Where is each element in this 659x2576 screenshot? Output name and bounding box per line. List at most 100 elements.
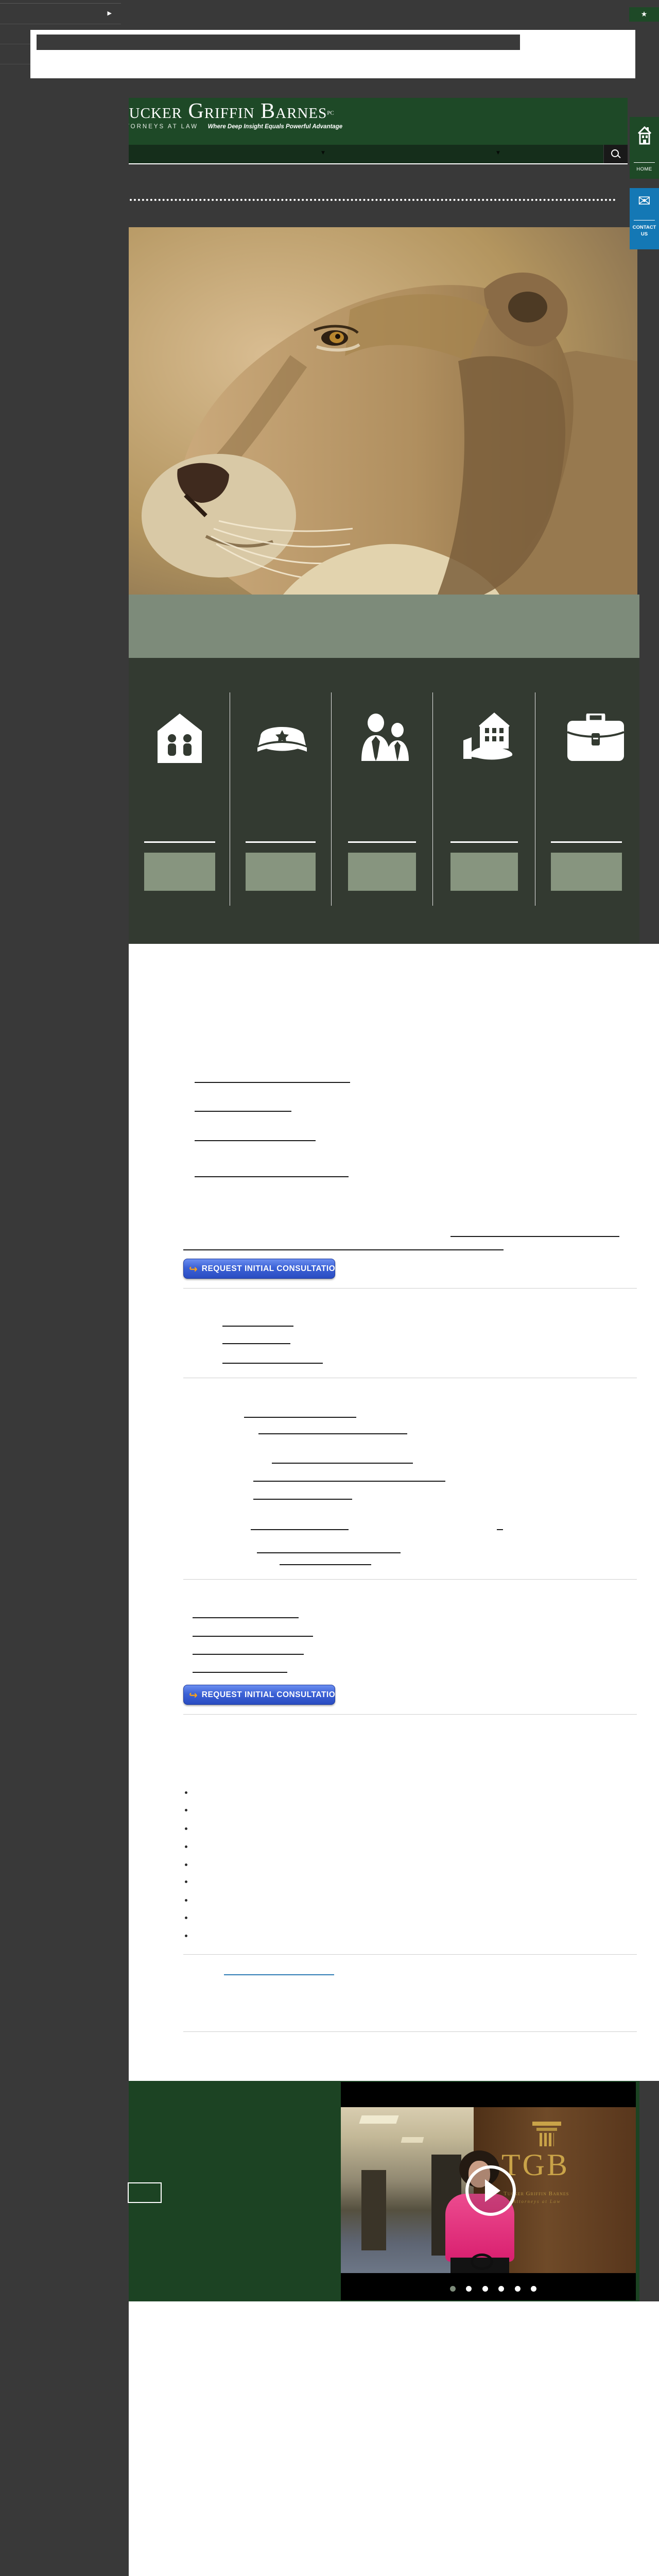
- practice-cta-button[interactable]: [246, 853, 316, 891]
- practice-cta-button[interactable]: [348, 853, 416, 891]
- text-link[interactable]: [222, 1363, 323, 1364]
- carousel-dot-active[interactable]: [450, 2286, 456, 2292]
- presenter-belt: [471, 2253, 493, 2270]
- business-law-icon: [567, 714, 624, 764]
- text-link[interactable]: [222, 1343, 290, 1344]
- drawer-item[interactable]: ▶: [0, 3, 121, 24]
- text-link[interactable]: [257, 1552, 401, 1553]
- section-divider: [183, 1579, 637, 1580]
- nav-underline: [129, 163, 628, 164]
- text-link[interactable]: [497, 1529, 503, 1530]
- main-nav: ▼ ▼: [129, 145, 628, 163]
- column-divider: [432, 692, 433, 906]
- text-link[interactable]: [253, 1481, 445, 1482]
- column-divider: [331, 692, 332, 906]
- arrow-swirl-icon: ↪: [189, 1689, 198, 1701]
- list-bullet: [185, 1899, 187, 1902]
- list-bullet: [185, 1917, 187, 1919]
- envelope-icon: ✉: [630, 192, 659, 210]
- list-bullet: [185, 1880, 187, 1883]
- floating-star-badge[interactable]: ★: [629, 7, 659, 22]
- video-player[interactable]: TGB Tucker Griffin Barnes Attorneys at L…: [341, 2082, 636, 2300]
- list-bullet: [185, 1845, 187, 1848]
- text-link[interactable]: [193, 1617, 299, 1618]
- chevron-right-icon: ▶: [108, 10, 112, 16]
- hero-image-lion: [129, 227, 637, 595]
- nav-item-dropdown[interactable]: ▼: [458, 145, 541, 163]
- tgb-pillar-icon: [540, 2133, 554, 2146]
- list-bullet: [185, 1827, 187, 1830]
- cta-topline: [450, 841, 518, 843]
- play-button[interactable]: [465, 2165, 516, 2216]
- section-divider: [183, 1714, 637, 1715]
- text-link-blue[interactable]: [224, 1974, 334, 1975]
- practice-areas-section: [129, 658, 639, 944]
- search-icon-handle: [617, 155, 620, 158]
- practice-cta-button[interactable]: [144, 853, 215, 891]
- attorneys-icon: [359, 714, 411, 764]
- text-link[interactable]: [193, 1654, 304, 1655]
- text-link[interactable]: [450, 1236, 619, 1237]
- carousel-dot[interactable]: [531, 2286, 536, 2292]
- floating-contact-button[interactable]: ✉ CONTACT US: [630, 188, 659, 249]
- dotted-separator: [130, 199, 616, 201]
- video-wall-logo: TGB: [501, 2147, 604, 2183]
- list-bullet: [185, 1935, 187, 1937]
- video-wall-subcaption: Attorneys at Law: [513, 2199, 616, 2204]
- practice-cta-button[interactable]: [450, 853, 518, 891]
- nav-search-button[interactable]: [603, 145, 628, 163]
- search-input[interactable]: [37, 35, 520, 50]
- video-prev-button[interactable]: [128, 2182, 162, 2203]
- arrow-swirl-icon: ↪: [189, 1263, 198, 1275]
- text-link[interactable]: [258, 1433, 407, 1434]
- section-divider: [183, 2031, 637, 2032]
- carousel-dot[interactable]: [498, 2286, 504, 2292]
- family-law-icon: [158, 714, 202, 766]
- text-link[interactable]: [244, 1417, 356, 1418]
- tgb-pillar-icon: [532, 2122, 561, 2126]
- text-link[interactable]: [222, 1326, 293, 1327]
- practice-cta-button[interactable]: [551, 853, 622, 891]
- text-link[interactable]: [183, 1249, 504, 1250]
- text-link[interactable]: [195, 1111, 291, 1112]
- contact-label: CONTACT US: [632, 224, 657, 238]
- page-root: ▶ Tucker Griffin BarnesPC ATTORNEYS AT L…: [0, 0, 659, 2576]
- chevron-down-icon: ▼: [321, 150, 325, 156]
- text-link[interactable]: [280, 1564, 371, 1565]
- text-link[interactable]: [253, 1499, 352, 1500]
- video-wall-caption: Tucker Griffin Barnes: [504, 2191, 606, 2197]
- carousel-dot[interactable]: [482, 2286, 488, 2292]
- nav-item-dropdown[interactable]: ▼: [283, 145, 366, 163]
- text-link[interactable]: [195, 1176, 349, 1177]
- carousel-dot[interactable]: [466, 2286, 472, 2292]
- carousel-dot[interactable]: [515, 2286, 521, 2292]
- sage-band: [129, 595, 639, 658]
- logo-subtitle: ATTORNEYS AT LAW: [129, 124, 198, 130]
- logo-tagline: Where Deep Insight Equals Powerful Advan…: [208, 124, 343, 130]
- play-icon: [485, 2179, 500, 2202]
- request-consultation-button[interactable]: ↪ REQUEST INITIAL CONSULTATION: [183, 1685, 335, 1705]
- reviews-section: [129, 2301, 659, 2576]
- tgb-pillar-icon: [536, 2128, 557, 2131]
- button-separator: [634, 162, 655, 163]
- criminal-law-icon: [256, 719, 308, 760]
- list-bullet: [185, 1863, 187, 1866]
- section-divider: [183, 1954, 637, 1955]
- site-logo[interactable]: Tucker Griffin BarnesPC: [129, 99, 628, 124]
- list-bullet: [185, 1791, 187, 1794]
- text-link[interactable]: [193, 1636, 313, 1637]
- request-consultation-button[interactable]: ↪ REQUEST INITIAL CONSULTATION: [183, 1259, 335, 1279]
- text-link[interactable]: [195, 1140, 316, 1141]
- cta-topline: [246, 841, 316, 843]
- chevron-down-icon: ▼: [496, 150, 500, 156]
- star-icon: ★: [641, 10, 648, 19]
- floating-home-button[interactable]: HOME: [630, 117, 659, 179]
- text-link[interactable]: [272, 1463, 413, 1464]
- text-link[interactable]: [251, 1529, 349, 1530]
- site-header: Tucker Griffin BarnesPC ATTORNEYS AT LAW…: [129, 98, 628, 145]
- text-link[interactable]: [193, 1672, 287, 1673]
- video-section: TGB Tucker Griffin Barnes Attorneys at L…: [129, 2081, 639, 2301]
- text-link[interactable]: [195, 1082, 350, 1083]
- search-overlay: [30, 30, 635, 78]
- real-estate-icon: [462, 711, 516, 766]
